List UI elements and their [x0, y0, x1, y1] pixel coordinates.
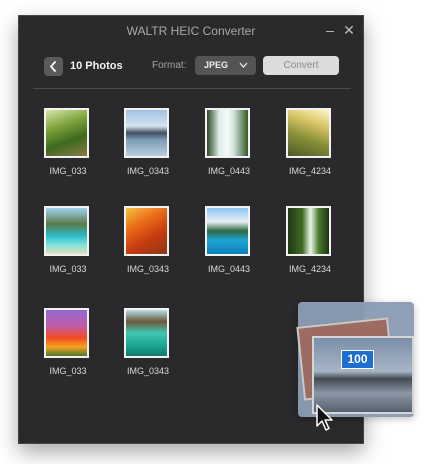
- photo-filename: IMG_4234: [288, 166, 332, 176]
- photo-tile[interactable]: IMG_033: [29, 206, 107, 282]
- photo-filename: IMG_0343: [126, 366, 170, 376]
- photo-tile[interactable]: IMG_0443: [190, 108, 268, 184]
- photo-tile[interactable]: IMG_033: [29, 308, 107, 384]
- photo-tile[interactable]: IMG_0343: [109, 308, 187, 384]
- lagoon-huts-thumbnail: [124, 308, 169, 358]
- drag-count-badge: 100: [341, 350, 374, 369]
- drag-stack-front-image: [312, 336, 414, 414]
- forest-path-thumbnail: [44, 108, 89, 158]
- jungle-waterfall-thumbnail: [286, 206, 331, 256]
- photo-tile[interactable]: IMG_0343: [109, 206, 187, 282]
- autumn-trees-thumbnail: [124, 206, 169, 256]
- photo-tile[interactable]: IMG_0443: [190, 206, 268, 282]
- tropical-beach-thumbnail: [44, 206, 89, 256]
- photo-filename: IMG_4234: [288, 264, 332, 274]
- sunny-field-thumbnail: [286, 108, 331, 158]
- mouse-pointer-icon: [316, 404, 333, 431]
- photo-filename: IMG_0443: [207, 264, 251, 274]
- photo-tile[interactable]: IMG_0343: [109, 108, 187, 184]
- photo-filename: IMG_0443: [207, 166, 251, 176]
- photo-tile[interactable]: IMG_4234: [271, 206, 349, 282]
- photo-filename: IMG_033: [49, 366, 87, 376]
- waterfall-thumbnail: [205, 108, 250, 158]
- photo-tile[interactable]: IMG_4234: [271, 108, 349, 184]
- lake-reflection-thumbnail: [124, 108, 169, 158]
- photo-filename: IMG_0343: [126, 264, 170, 274]
- photo-filename: IMG_033: [49, 264, 87, 274]
- flower-field-thumbnail: [44, 308, 89, 358]
- photo-filename: IMG_0343: [126, 166, 170, 176]
- photo-filename: IMG_033: [49, 166, 87, 176]
- photo-tile[interactable]: IMG_033: [29, 108, 107, 184]
- mountain-lake-thumbnail: [205, 206, 250, 256]
